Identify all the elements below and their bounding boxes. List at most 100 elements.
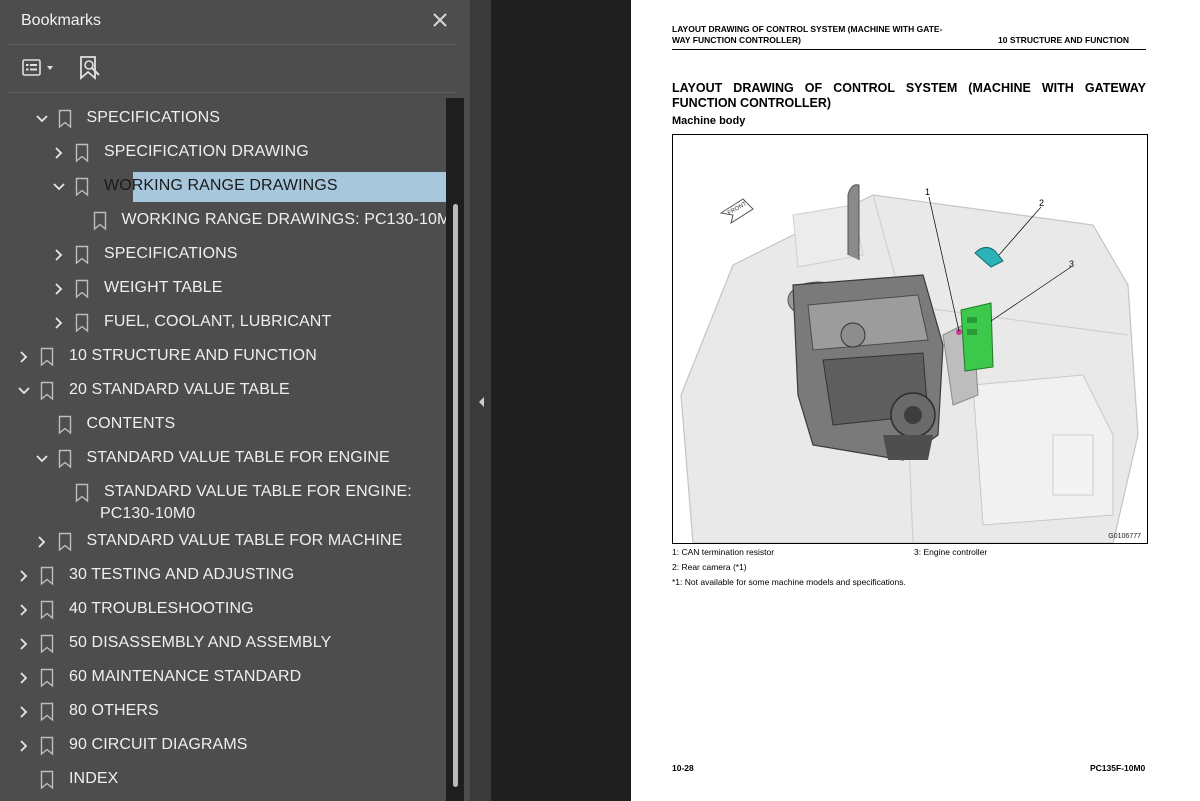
bookmark-icon bbox=[75, 279, 89, 299]
bookmark-icon bbox=[58, 449, 71, 469]
bookmark-icon bbox=[40, 634, 54, 654]
chevron-right-icon[interactable] bbox=[51, 315, 67, 331]
bookmark-item[interactable]: WORKING RANGE DRAWINGS: PC130-10M0 bbox=[0, 206, 446, 236]
bookmark-item[interactable]: 10 STRUCTURE AND FUNCTION bbox=[0, 342, 446, 372]
figure-code: G0106777 bbox=[1108, 533, 1141, 540]
bookmark-item[interactable]: STANDARD VALUE TABLE FOR MACHINE bbox=[0, 527, 446, 557]
bookmark-tree: SPECIFICATIONS SPECIFICATION DRAWING WORKI… bbox=[0, 98, 446, 801]
bookmark-icon bbox=[75, 313, 89, 333]
bookmark-label: SPECIFICATION DRAWING bbox=[104, 143, 309, 160]
chevron-right-icon[interactable] bbox=[16, 704, 32, 720]
chevron-right-icon[interactable] bbox=[16, 349, 32, 365]
section-title-line1: LAYOUT DRAWING OF CONTROL SYSTEM (MACHIN… bbox=[672, 81, 1146, 95]
chevron-down-icon[interactable] bbox=[34, 451, 50, 467]
bookmark-item[interactable]: SPECIFICATIONS bbox=[0, 240, 446, 270]
bookmark-label-continued: PC130-10M0 bbox=[100, 505, 196, 522]
bookmark-label: CONTENTS bbox=[86, 415, 176, 432]
chevron-right-icon[interactable] bbox=[16, 738, 32, 754]
bookmark-item[interactable]: STANDARD VALUE TABLE FOR ENGINE: PC130-10… bbox=[0, 478, 446, 522]
divider bbox=[8, 44, 455, 45]
chevron-right-icon[interactable] bbox=[51, 281, 67, 297]
bookmark-label: WORKING RANGE DRAWINGS bbox=[104, 177, 338, 194]
bookmark-item[interactable]: STANDARD VALUE TABLE FOR ENGINE bbox=[0, 444, 446, 474]
bookmark-label: INDEX bbox=[69, 770, 119, 787]
chevron-right-icon[interactable] bbox=[16, 670, 32, 686]
chevron-down-icon[interactable] bbox=[34, 111, 50, 127]
bookmark-icon bbox=[58, 109, 71, 129]
callout-1: 1 bbox=[925, 187, 930, 197]
bookmark-label: 20 STANDARD VALUE TABLE bbox=[69, 381, 290, 398]
chevron-right-icon[interactable] bbox=[51, 145, 67, 161]
bookmark-icon bbox=[58, 415, 71, 435]
callout-2: 2 bbox=[1039, 198, 1044, 208]
options-menu-icon bbox=[22, 59, 53, 76]
bookmark-item[interactable]: CONTENTS bbox=[0, 410, 446, 440]
bookmark-icon bbox=[75, 483, 89, 503]
header-left-line1: LAYOUT DRAWING OF CONTROL SYSTEM (MACHIN… bbox=[672, 24, 943, 34]
page-number: 10-28 bbox=[672, 763, 694, 773]
chevron-down-icon[interactable] bbox=[51, 179, 67, 195]
bookmark-find-icon bbox=[80, 56, 100, 80]
bookmark-item[interactable]: 80 OTHERS bbox=[0, 697, 446, 727]
bookmark-item[interactable]: 60 MAINTENANCE STANDARD bbox=[0, 663, 446, 693]
bookmark-icon bbox=[40, 736, 54, 756]
running-header-left: LAYOUT DRAWING OF CONTROL SYSTEM (MACHIN… bbox=[672, 24, 992, 46]
chevron-right-icon[interactable] bbox=[51, 247, 67, 263]
bookmark-label: 90 CIRCUIT DIAGRAMS bbox=[69, 736, 248, 753]
bookmark-icon bbox=[40, 702, 54, 722]
bookmark-label: FUEL, COOLANT, LUBRICANT bbox=[104, 313, 332, 330]
find-bookmark-button[interactable] bbox=[77, 54, 103, 82]
bookmark-item[interactable]: SPECIFICATIONS bbox=[0, 104, 446, 134]
header-left-line2: WAY FUNCTION CONTROLLER) bbox=[672, 35, 801, 45]
bookmark-icon bbox=[40, 566, 54, 586]
caption-1: 1: CAN termination resistor bbox=[672, 547, 775, 557]
scrollbar-thumb[interactable] bbox=[453, 204, 458, 787]
bookmark-item[interactable]: 20 STANDARD VALUE TABLE bbox=[0, 376, 446, 406]
collapse-left-icon bbox=[479, 397, 484, 407]
header-rule bbox=[672, 49, 1146, 50]
bookmark-item[interactable]: 90 CIRCUIT DIAGRAMS bbox=[0, 731, 446, 761]
bookmark-icon bbox=[40, 347, 54, 367]
chevron-down-icon[interactable] bbox=[16, 383, 32, 399]
bookmark-label: WEIGHT TABLE bbox=[104, 279, 223, 296]
bookmark-icon bbox=[93, 211, 106, 231]
chevron-right-icon[interactable] bbox=[16, 568, 32, 584]
bookmark-item[interactable]: WORKING RANGE DRAWINGS bbox=[0, 172, 446, 202]
bookmark-icon bbox=[58, 532, 71, 552]
bookmark-icon bbox=[40, 668, 54, 688]
divider bbox=[8, 92, 455, 93]
close-panel-button[interactable] bbox=[430, 10, 450, 30]
bookmark-item[interactable]: 40 TROUBLESHOOTING bbox=[0, 595, 446, 625]
bookmark-item[interactable]: FUEL, COOLANT, LUBRICANT bbox=[0, 308, 446, 338]
bookmark-label: WORKING RANGE DRAWINGS: PC130-10M0 bbox=[121, 211, 447, 228]
bookmark-label: 50 DISASSEMBLY AND ASSEMBLY bbox=[69, 634, 332, 651]
bookmark-item[interactable]: SPECIFICATION DRAWING bbox=[0, 138, 446, 168]
options-menu-button[interactable] bbox=[20, 56, 60, 80]
bookmark-label: 30 TESTING AND ADJUSTING bbox=[69, 566, 295, 583]
model-number: PC135F-10M0 bbox=[1090, 763, 1146, 773]
panel-title: Bookmarks bbox=[21, 12, 102, 29]
bookmark-icon bbox=[75, 245, 89, 265]
section-title-line2: FUNCTION CONTROLLER) bbox=[672, 96, 832, 110]
bookmark-label: STANDARD VALUE TABLE FOR ENGINE: bbox=[104, 483, 412, 500]
chevron-right-icon[interactable] bbox=[34, 534, 50, 550]
caption-2: 2: Rear camera (*1) bbox=[672, 562, 747, 572]
running-header-right: 10 STRUCTURE AND FUNCTION bbox=[998, 35, 1129, 45]
bookmark-label: 80 OTHERS bbox=[69, 702, 159, 719]
bookmark-label: 10 STRUCTURE AND FUNCTION bbox=[69, 347, 317, 364]
bookmark-item[interactable]: 50 DISASSEMBLY AND ASSEMBLY bbox=[0, 629, 446, 659]
bookmarks-panel: Bookmarks SPECIFICATIONS SPECIFICATION DR… bbox=[0, 0, 470, 801]
callout-3: 3 bbox=[1069, 259, 1074, 269]
front-arrow-icon: FRONT bbox=[719, 198, 754, 225]
bookmark-icon bbox=[40, 600, 54, 620]
bookmark-icon bbox=[40, 770, 54, 790]
bookmark-item[interactable]: 30 TESTING AND ADJUSTING bbox=[0, 561, 446, 591]
machine-illustration: FRONT 1 2 3 bbox=[680, 184, 1139, 543]
chevron-right-icon[interactable] bbox=[16, 602, 32, 618]
bookmark-label: STANDARD VALUE TABLE FOR ENGINE bbox=[86, 449, 390, 466]
section-subtitle: Machine body bbox=[672, 115, 746, 127]
bookmark-label: 60 MAINTENANCE STANDARD bbox=[69, 668, 302, 685]
bookmark-item[interactable]: WEIGHT TABLE bbox=[0, 274, 446, 304]
bookmark-item[interactable]: INDEX bbox=[0, 765, 446, 795]
chevron-right-icon[interactable] bbox=[16, 636, 32, 652]
